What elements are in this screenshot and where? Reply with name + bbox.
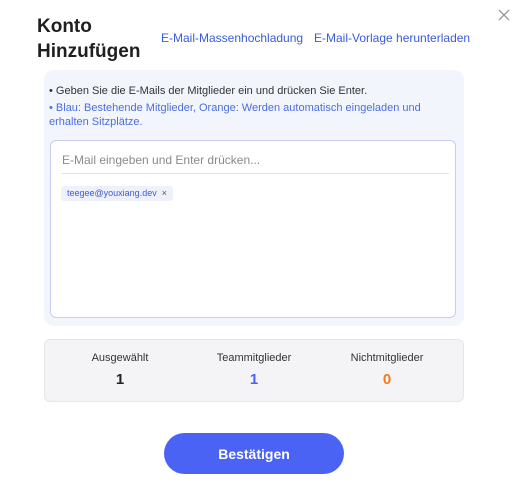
member-stats: Ausgewählt 1 Teammitglieder 1 Nichtmitgl…: [44, 339, 464, 402]
stat-non-members-label: Nichtmitglieder: [350, 352, 424, 364]
bulk-upload-link[interactable]: E-Mail-Massenhochladung: [161, 31, 303, 45]
email-input-area[interactable]: teegee@youxiang.dev ×: [50, 140, 456, 318]
email-entry-panel: • Geben Sie die E-Mails der Mitglieder e…: [44, 70, 464, 326]
stat-non-members-value: 0: [382, 371, 392, 388]
color-legend-text: • Blau: Bestehende Mitglieder, Orange: W…: [49, 102, 421, 128]
instruction-text: • Geben Sie die E-Mails der Mitglieder e…: [49, 85, 368, 97]
close-icon[interactable]: ×: [162, 188, 167, 198]
download-template-link[interactable]: E-Mail-Vorlage herunterladen: [314, 31, 470, 45]
stat-team-members-value: 1: [249, 371, 259, 388]
email-tag-label: teegee@youxiang.dev: [67, 188, 157, 198]
stat-team-members-label: Teammitglieder: [216, 352, 292, 364]
close-icon[interactable]: [495, 6, 513, 24]
stat-selected: Ausgewählt 1: [50, 340, 190, 403]
confirm-button[interactable]: Bestätigen: [164, 433, 344, 474]
stat-non-members: Nichtmitglieder 0: [317, 340, 457, 403]
email-tag: teegee@youxiang.dev ×: [61, 186, 173, 201]
stat-team-members: Teammitglieder 1: [184, 340, 324, 403]
dialog-title: Konto Hinzufügen: [37, 16, 141, 62]
email-input[interactable]: [61, 147, 449, 174]
add-account-dialog: Konto Hinzufügen E-Mail-Massenhochladung…: [0, 0, 520, 493]
stat-selected-value: 1: [115, 371, 125, 388]
stat-selected-label: Ausgewählt: [91, 352, 149, 364]
